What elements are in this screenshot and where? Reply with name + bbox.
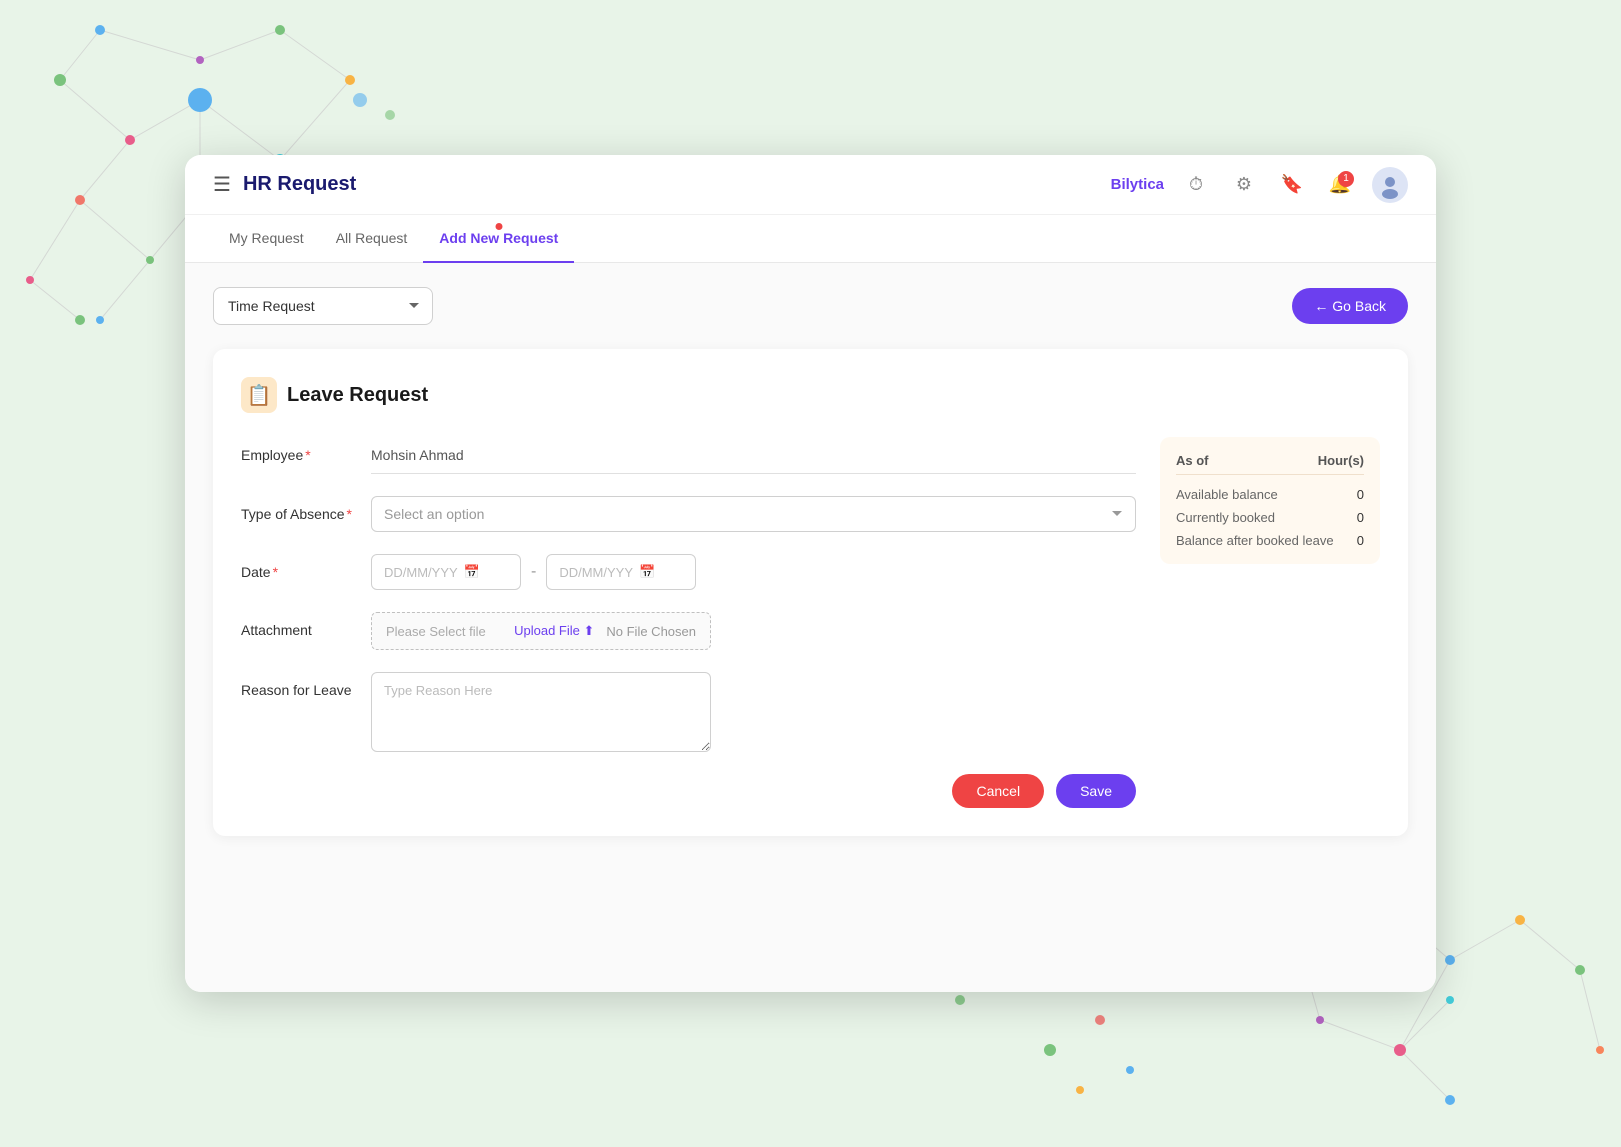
calendar-icon-to: 📅 — [639, 564, 655, 580]
absence-required: * — [347, 506, 352, 522]
header: ☰ HR Request Bilytica ⏱ ⚙ 🔖 🔔 1 — [185, 155, 1436, 215]
employee-label: Employee* — [241, 437, 371, 463]
form-area: Employee* Mohsin Ahmad Type of Absence* — [241, 437, 1380, 808]
gear-icon[interactable]: ⚙ — [1228, 169, 1260, 201]
employee-row: Employee* Mohsin Ahmad — [241, 437, 1136, 474]
date-wrap: DD/MM/YYY 📅 - DD/MM/YYY 📅 — [371, 554, 1136, 590]
no-file-text: No File Chosen — [606, 624, 696, 639]
bookmark-icon[interactable]: 🔖 — [1276, 169, 1308, 201]
balance-after: Balance after booked leave 0 — [1176, 533, 1364, 548]
attachment-placeholder: Please Select file — [386, 624, 502, 639]
notification-icon[interactable]: 🔔 1 — [1324, 169, 1356, 201]
header-actions: Bilytica ⏱ ⚙ 🔖 🔔 1 — [1111, 167, 1408, 203]
content-area: Time Request Leave Request Other Request… — [185, 263, 1436, 992]
reason-textarea[interactable] — [371, 672, 711, 752]
action-buttons: Cancel Save — [241, 774, 1136, 808]
active-tab-dot — [495, 223, 502, 230]
date-label: Date* — [241, 554, 371, 580]
employee-value-wrap: Mohsin Ahmad — [371, 437, 1136, 474]
attachment-box: Please Select file Upload File ⬆ No File… — [371, 612, 711, 650]
tab-add-new-request[interactable]: Add New Request — [423, 215, 574, 263]
date-separator: - — [531, 563, 536, 581]
employee-required: * — [305, 447, 310, 463]
card-title-row: 📋 Leave Request — [241, 377, 1380, 413]
tab-all-request[interactable]: All Request — [320, 215, 424, 263]
balance-available: Available balance 0 — [1176, 487, 1364, 502]
upload-button[interactable]: Upload File ⬆ — [514, 623, 594, 639]
employee-value: Mohsin Ahmad — [371, 437, 1136, 474]
type-select[interactable]: Time Request Leave Request Other Request — [213, 287, 433, 325]
card-title: Leave Request — [287, 384, 428, 407]
leave-request-card: 📋 Leave Request Employee* Mohsin Ahmad — [213, 349, 1408, 836]
balance-card: As of Hour(s) Available balance 0 Curren… — [1160, 437, 1380, 564]
clock-icon[interactable]: ⏱ — [1180, 169, 1212, 201]
top-row: Time Request Leave Request Other Request… — [213, 287, 1408, 325]
balance-card-wrap: As of Hour(s) Available balance 0 Curren… — [1160, 437, 1380, 808]
date-to-input[interactable]: DD/MM/YYY 📅 — [546, 554, 696, 590]
go-back-button[interactable]: ← Go Back — [1292, 288, 1408, 324]
balance-header: As of Hour(s) — [1176, 453, 1364, 475]
app-window: ☰ HR Request Bilytica ⏱ ⚙ 🔖 🔔 1 My Reque… — [185, 155, 1436, 992]
absence-type-select[interactable]: Select an option — [371, 496, 1136, 532]
notification-badge: 1 — [1338, 171, 1354, 187]
balance-booked: Currently booked 0 — [1176, 510, 1364, 525]
date-required: * — [273, 564, 278, 580]
date-from-input[interactable]: DD/MM/YYY 📅 — [371, 554, 521, 590]
nav-tabs: My Request All Request Add New Request — [185, 215, 1436, 263]
cancel-button[interactable]: Cancel — [952, 774, 1044, 808]
avatar[interactable] — [1372, 167, 1408, 203]
brand-label: Bilytica — [1111, 176, 1164, 193]
absence-type-row: Type of Absence* Select an option — [241, 496, 1136, 532]
absence-type-wrap: Select an option — [371, 496, 1136, 532]
save-button[interactable]: Save — [1056, 774, 1136, 808]
menu-icon[interactable]: ☰ — [213, 172, 231, 197]
tab-my-request[interactable]: My Request — [213, 215, 320, 263]
calendar-icon-from: 📅 — [464, 564, 480, 580]
app-title: HR Request — [243, 173, 1111, 196]
reason-row: Reason for Leave — [241, 672, 1136, 752]
absence-type-label: Type of Absence* — [241, 496, 371, 522]
reason-label: Reason for Leave — [241, 672, 371, 698]
attachment-row: Attachment Please Select file Upload Fil… — [241, 612, 1136, 650]
form-left: Employee* Mohsin Ahmad Type of Absence* — [241, 437, 1136, 808]
date-inputs: DD/MM/YYY 📅 - DD/MM/YYY 📅 — [371, 554, 1136, 590]
attachment-label: Attachment — [241, 612, 371, 638]
card-icon: 📋 — [241, 377, 277, 413]
date-row: Date* DD/MM/YYY 📅 - DD/MM/YYY — [241, 554, 1136, 590]
